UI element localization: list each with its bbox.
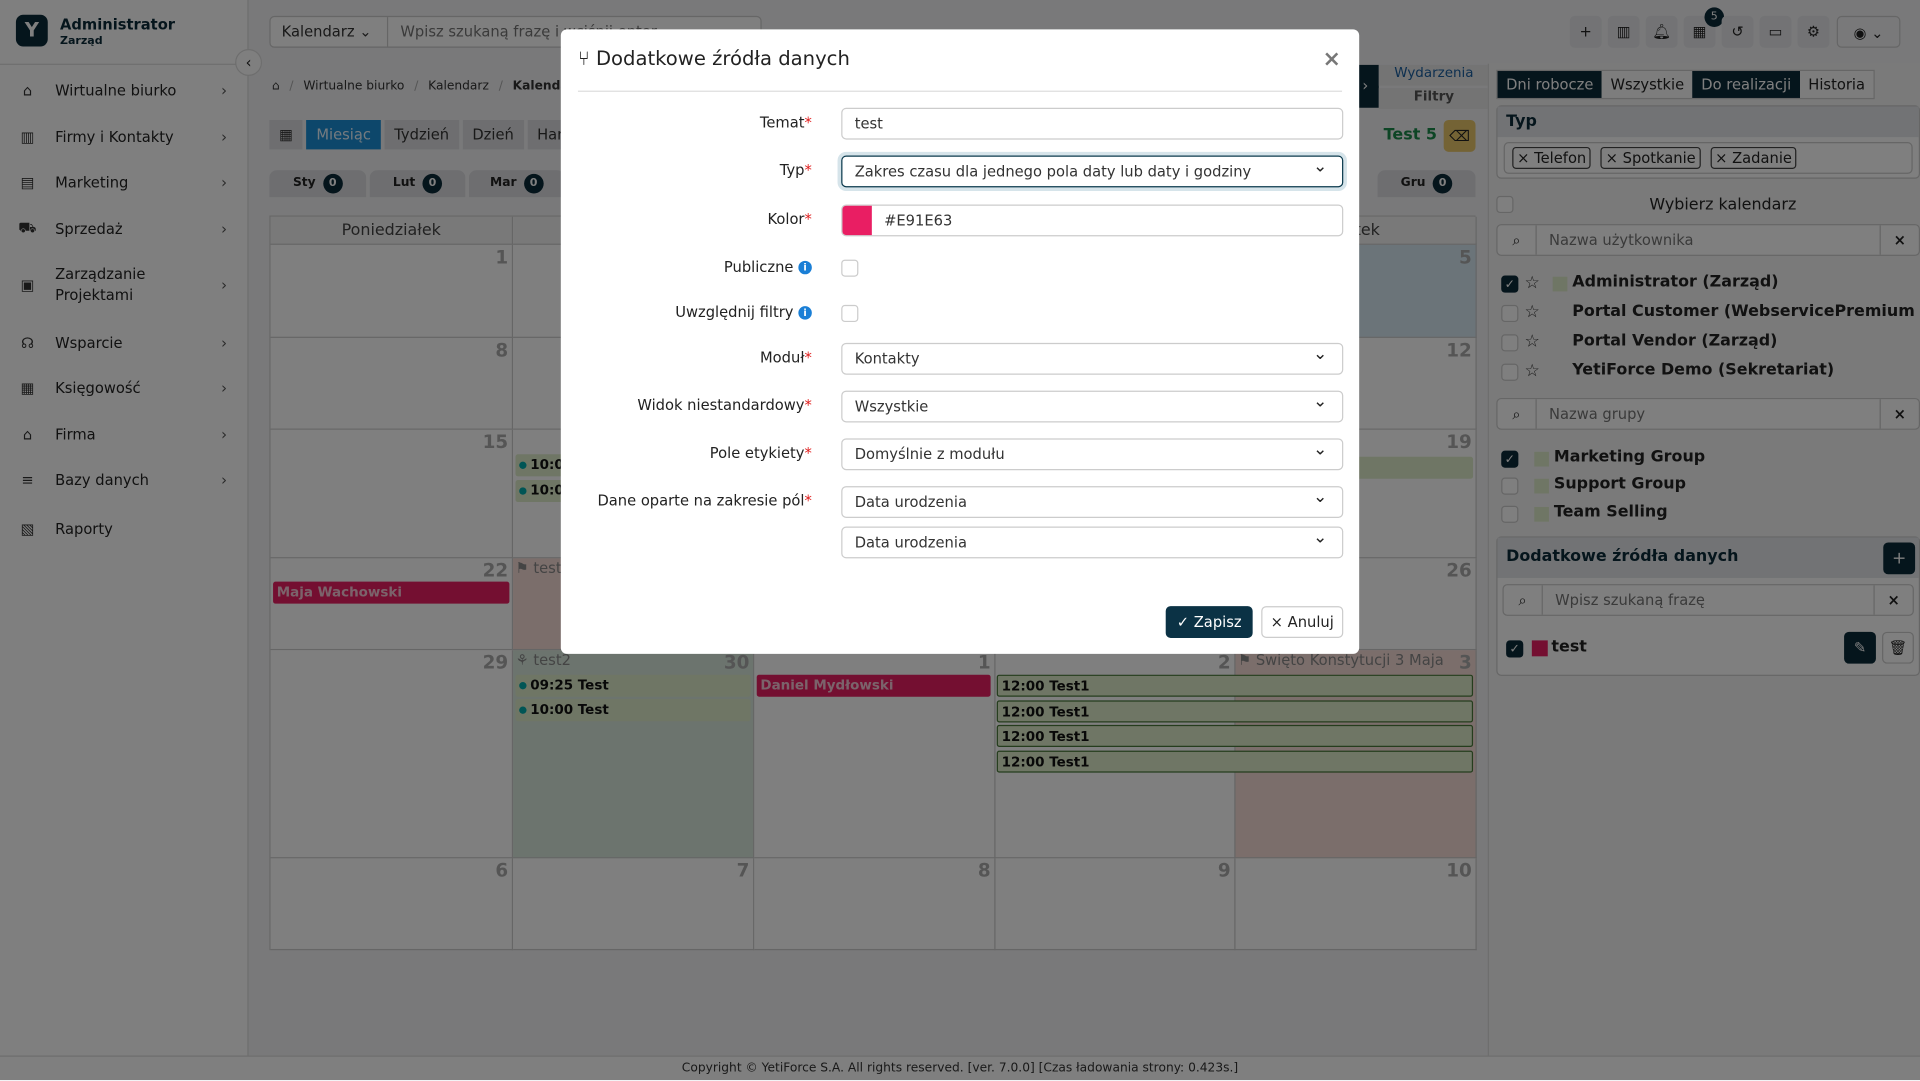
subject-label: Temat* [759, 113, 812, 132]
custom-view-select[interactable]: Wszystkie [841, 387, 1344, 423]
include-filters-label: Uwzględnij filtry i [675, 304, 812, 321]
cancel-label: Anuluj [1287, 613, 1334, 631]
range-from-select[interactable]: Data urodzenia [841, 482, 1344, 518]
range-label: Dane oparte na zakresie pól* [597, 492, 812, 510]
divider [577, 90, 1343, 92]
public-checkbox[interactable] [841, 259, 859, 277]
modal-title: ⑂ Dodatkowe źródła danych [578, 47, 850, 70]
info-icon: i [798, 260, 812, 275]
module-select[interactable]: Kontakty [841, 339, 1344, 375]
subject-input[interactable]: test [841, 107, 1344, 140]
label-field-label: Pole etykiety* [709, 444, 812, 462]
custom-view-label: Widok niestandardowy* [637, 396, 812, 414]
module-label: Moduł* [760, 348, 812, 367]
type-label: Typ* [779, 161, 812, 179]
save-button[interactable]: ✓ Zapisz [1165, 606, 1253, 638]
close-icon[interactable]: × [1322, 47, 1340, 73]
type-select[interactable]: Zakres czasu dla jednego pola daty lub d… [841, 152, 1344, 188]
color-label: Kolor* [767, 210, 812, 228]
info-icon: i [798, 306, 812, 320]
range-to-select[interactable]: Data urodzenia [841, 523, 1344, 559]
color-value: #E91E63 [884, 211, 953, 229]
include-filters-checkbox[interactable] [841, 304, 859, 323]
color-input[interactable]: #E91E63 [841, 204, 1344, 237]
branch-icon: ⑂ [577, 46, 590, 70]
color-swatch[interactable] [842, 205, 872, 236]
data-source-modal: ⑂ Dodatkowe źródła danych × Temat* test … [560, 29, 1360, 654]
save-label: Zapisz [1193, 613, 1242, 631]
public-label: Publiczne i [724, 258, 812, 276]
cancel-button[interactable]: × Anuluj [1261, 606, 1344, 638]
modal-title-text: Dodatkowe źródła danych [595, 46, 850, 70]
label-field-select[interactable]: Domyślnie z modułu [841, 435, 1344, 471]
